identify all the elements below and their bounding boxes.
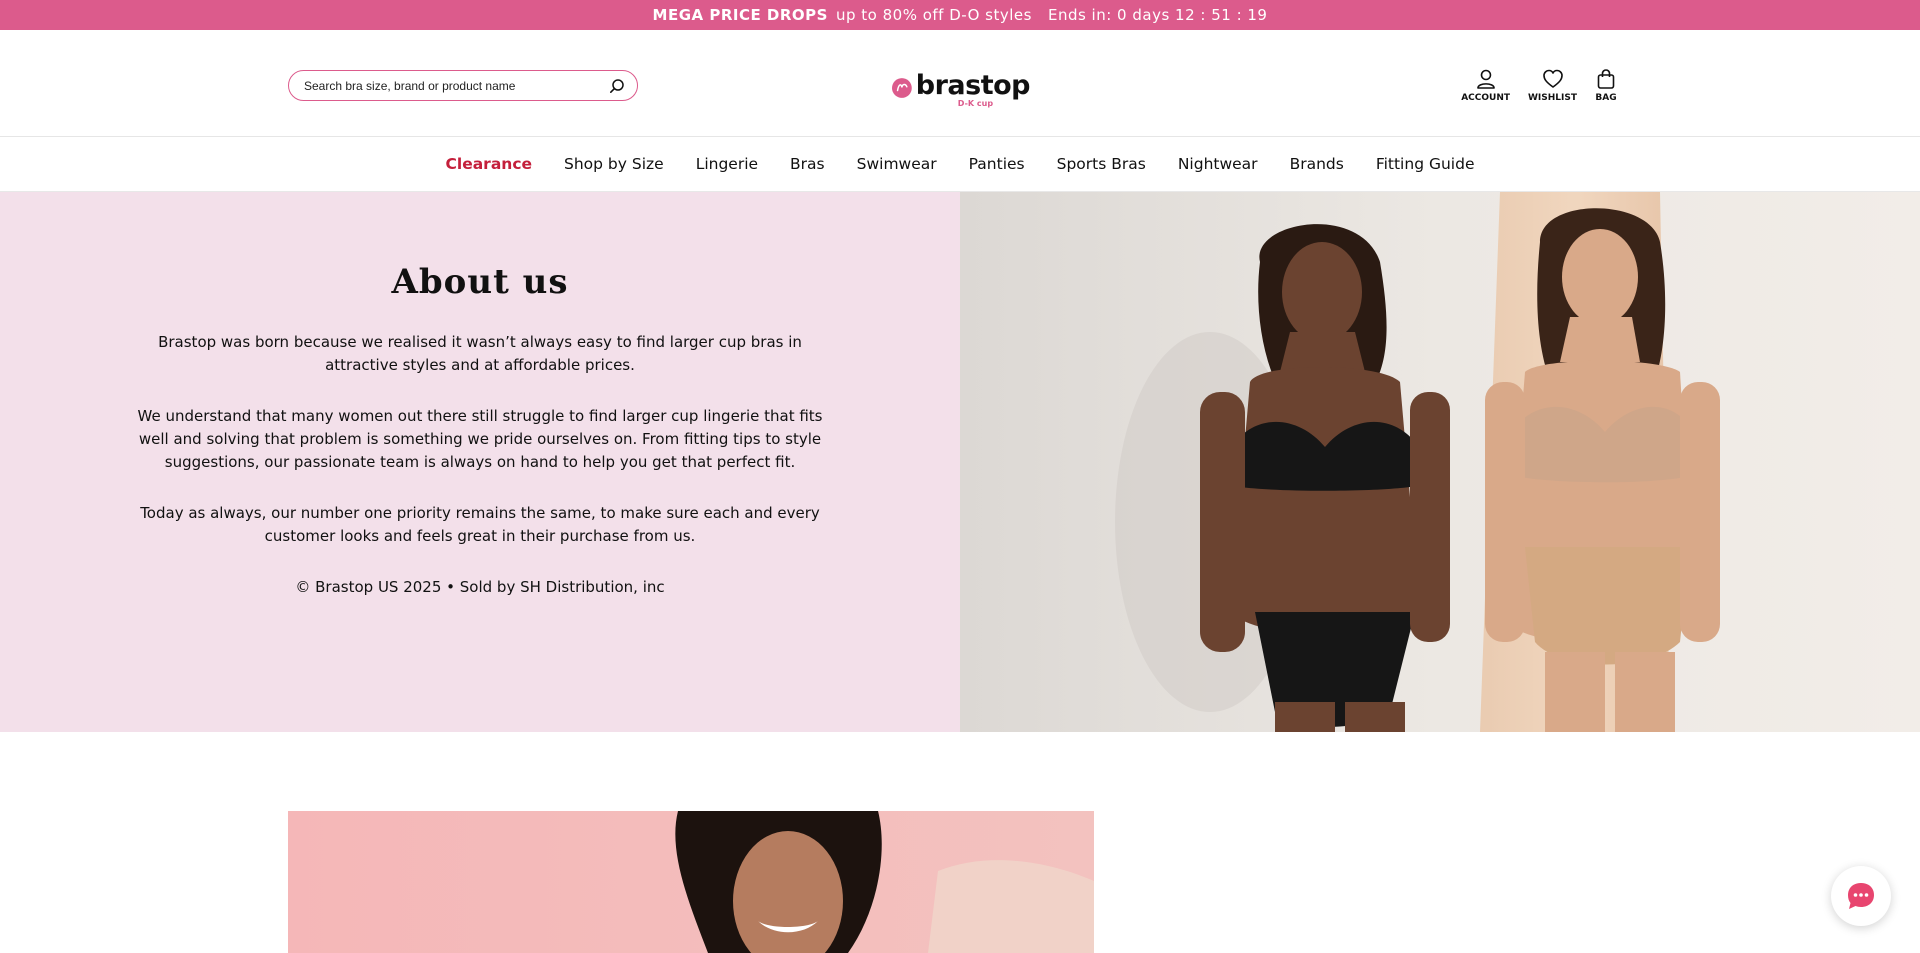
nav-item-bras[interactable]: Bras [790,155,825,173]
site-header: brastop D-K cup ACCOUNT WISHLIST BAG [0,30,1920,137]
wishlist-button[interactable]: WISHLIST [1528,68,1577,103]
account-label: ACCOUNT [1461,93,1510,103]
about-section: About us Brastop was born because we rea… [0,192,960,732]
bag-button[interactable]: BAG [1595,68,1617,103]
about-title: About us [391,262,569,302]
promo-headline: MEGA PRICE DROPS [652,6,828,24]
wishlist-label: WISHLIST [1528,93,1577,103]
search-box [288,70,638,101]
featured-photo [288,811,1094,953]
about-paragraph: Brastop was born because we realised it … [158,333,802,374]
logo-tagline: D-K cup [957,99,994,108]
chat-icon [1848,883,1874,909]
nav-item-nightwear[interactable]: Nightwear [1178,155,1258,173]
brastop-logo[interactable]: brastop D-K cup [892,70,1031,112]
about-paragraph: We understand that many women out there … [137,407,823,471]
logo-mark-icon [892,78,912,98]
nav-item-panties[interactable]: Panties [969,155,1025,173]
header-actions: ACCOUNT WISHLIST BAG [1461,68,1617,103]
account-button[interactable]: ACCOUNT [1461,68,1510,103]
chat-button[interactable] [1831,866,1891,926]
about-paragraph: Today as always, our number one priority… [140,504,820,545]
bag-label: BAG [1595,93,1617,103]
search-icon [609,78,624,93]
user-icon [1476,69,1495,89]
nav-item-shop-by-size[interactable]: Shop by Size [564,155,664,173]
logo-wordmark: brastop [915,70,1031,101]
search-button[interactable] [607,76,627,96]
promo-bar: MEGA PRICE DROPS up to 80% off D-O style… [0,0,1920,30]
nav-item-fitting-guide[interactable]: Fitting Guide [1376,155,1475,173]
heart-icon [1542,69,1563,88]
nav-item-swimwear[interactable]: Swimwear [857,155,937,173]
promo-detail: up to 80% off D-O styles [835,6,1032,24]
nav-item-brands[interactable]: Brands [1290,155,1344,173]
nav-item-clearance[interactable]: Clearance [446,155,533,173]
nav-item-lingerie[interactable]: Lingerie [696,155,758,173]
hero-photo [960,192,1920,732]
nav-item-sports-bras[interactable]: Sports Bras [1057,155,1146,173]
promo-countdown: Ends in: 0 days 12 : 51 : 19 [1047,6,1268,24]
search-input[interactable] [304,78,607,93]
bag-icon [1597,69,1615,89]
copyright-text: © Brastop US 2025 • Sold by SH Distribut… [295,578,665,596]
main-nav: Clearance Shop by Size Lingerie Bras Swi… [0,137,1920,192]
